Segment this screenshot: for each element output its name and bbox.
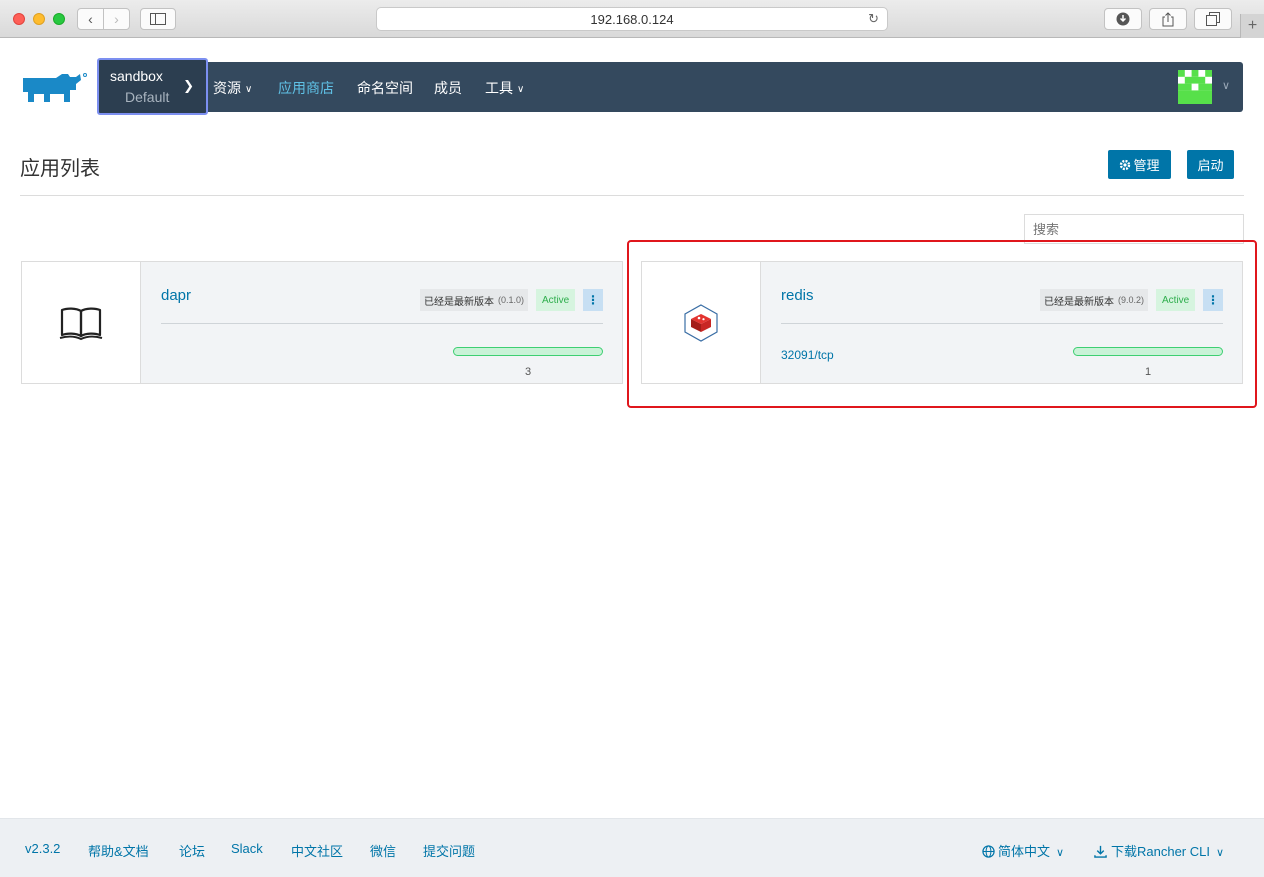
version-number: (0.1.0) [498, 295, 525, 305]
pod-progress-bar [453, 347, 603, 356]
divider [20, 195, 1244, 196]
reload-icon[interactable]: ↻ [868, 11, 879, 27]
sidebar-icon [150, 13, 166, 25]
status-badge: Active [536, 289, 576, 311]
page-title: 应用列表 [20, 158, 100, 180]
app-icon-box[interactable] [22, 262, 141, 383]
chevron-down-icon: ∨ [517, 84, 525, 95]
nav-resources[interactable]: 资源 ∨ [213, 78, 252, 98]
footer-link-slack[interactable]: Slack [231, 841, 263, 856]
gear-icon [1120, 159, 1131, 170]
launch-button-label: 启动 [1197, 158, 1224, 173]
chevron-down-icon[interactable]: ∨ [1222, 79, 1230, 92]
top-navigation: 资源 ∨ 应用商店 命名空间 成员 工具 ∨ ∨ [200, 62, 1243, 112]
version-badge: 已经是最新版本 (0.1.0) [420, 289, 529, 311]
footer: v2.3.2 帮助&文档 论坛 Slack 中文社区 微信 提交问题 简体中文 ∨… [0, 818, 1264, 877]
download-cli-menu[interactable]: 下载Rancher CLI ∨ [1094, 841, 1224, 860]
nav-app-store-label: 应用商店 [278, 80, 334, 96]
nav-tools[interactable]: 工具 ∨ [485, 78, 524, 98]
chevron-down-icon: ∨ [1215, 847, 1225, 859]
actions-menu-button[interactable]: ⋮ [583, 289, 603, 311]
language-label: 简体中文 [998, 844, 1051, 859]
card-divider [161, 323, 603, 324]
app-card-dapr: dapr 已经是最新版本 (0.1.0) Active ⋮ 3 [21, 261, 623, 384]
back-icon[interactable]: ‹ [78, 9, 104, 29]
downloads-button[interactable] [1104, 8, 1142, 30]
pod-count: 3 [524, 366, 532, 378]
download-cli-label: 下载Rancher CLI [1111, 844, 1210, 859]
tabs-icon [1206, 12, 1220, 26]
cluster-project-switcher[interactable]: sandbox Default ❯ [97, 58, 208, 115]
forward-icon[interactable]: › [104, 9, 129, 29]
history-buttons: ‹ › [77, 8, 130, 30]
app-name-link[interactable]: dapr [161, 287, 191, 304]
globe-icon [982, 845, 995, 858]
nav-namespaces[interactable]: 命名空间 [357, 78, 413, 98]
new-tab-button[interactable]: + [1240, 14, 1264, 38]
nav-namespaces-label: 命名空间 [357, 80, 413, 96]
minimize-window-button[interactable] [33, 13, 45, 25]
zoom-window-button[interactable] [53, 13, 65, 25]
share-icon [1162, 11, 1174, 26]
project-name: Default [125, 89, 170, 105]
footer-link-docs[interactable]: 帮助&文档 [88, 841, 149, 860]
close-window-button[interactable] [13, 13, 25, 25]
footer-link-wechat[interactable]: 微信 [370, 841, 396, 860]
nav-members-label: 成员 [434, 80, 462, 96]
url-text: 192.168.0.124 [590, 11, 674, 27]
footer-link-community[interactable]: 中文社区 [291, 841, 343, 860]
rancher-logo-icon[interactable] [20, 70, 90, 106]
footer-link-issues[interactable]: 提交问题 [423, 841, 475, 860]
chevron-down-icon: ∨ [245, 84, 253, 95]
address-bar[interactable]: 192.168.0.124 ↻ [376, 7, 888, 31]
nav-tools-label: 工具 [485, 80, 513, 96]
manage-button-label: 管理 [1133, 158, 1160, 173]
chevron-down-icon: ❯ [183, 78, 194, 93]
footer-link-forum[interactable]: 论坛 [179, 841, 205, 860]
user-avatar[interactable] [1178, 70, 1212, 104]
nav-members[interactable]: 成员 [434, 78, 462, 98]
browser-toolbar: ‹ › 192.168.0.124 ↻ + [0, 0, 1264, 38]
manage-button[interactable]: 管理 [1108, 150, 1171, 179]
nav-resources-label: 资源 [213, 80, 241, 96]
footer-version[interactable]: v2.3.2 [25, 841, 60, 856]
share-button[interactable] [1149, 8, 1187, 30]
language-selector[interactable]: 简体中文 ∨ [982, 841, 1064, 860]
highlight-box [627, 240, 1257, 408]
cluster-name: sandbox [110, 68, 163, 84]
download-icon [1094, 845, 1107, 858]
tabs-button[interactable] [1194, 8, 1232, 30]
chevron-down-icon: ∨ [1056, 847, 1065, 859]
sidebar-toggle-button[interactable] [140, 8, 176, 30]
nav-app-store[interactable]: 应用商店 [278, 78, 334, 98]
download-icon [1116, 12, 1130, 26]
book-icon [59, 307, 103, 340]
launch-button[interactable]: 启动 [1187, 150, 1234, 179]
version-status: 已经是最新版本 [424, 296, 494, 308]
